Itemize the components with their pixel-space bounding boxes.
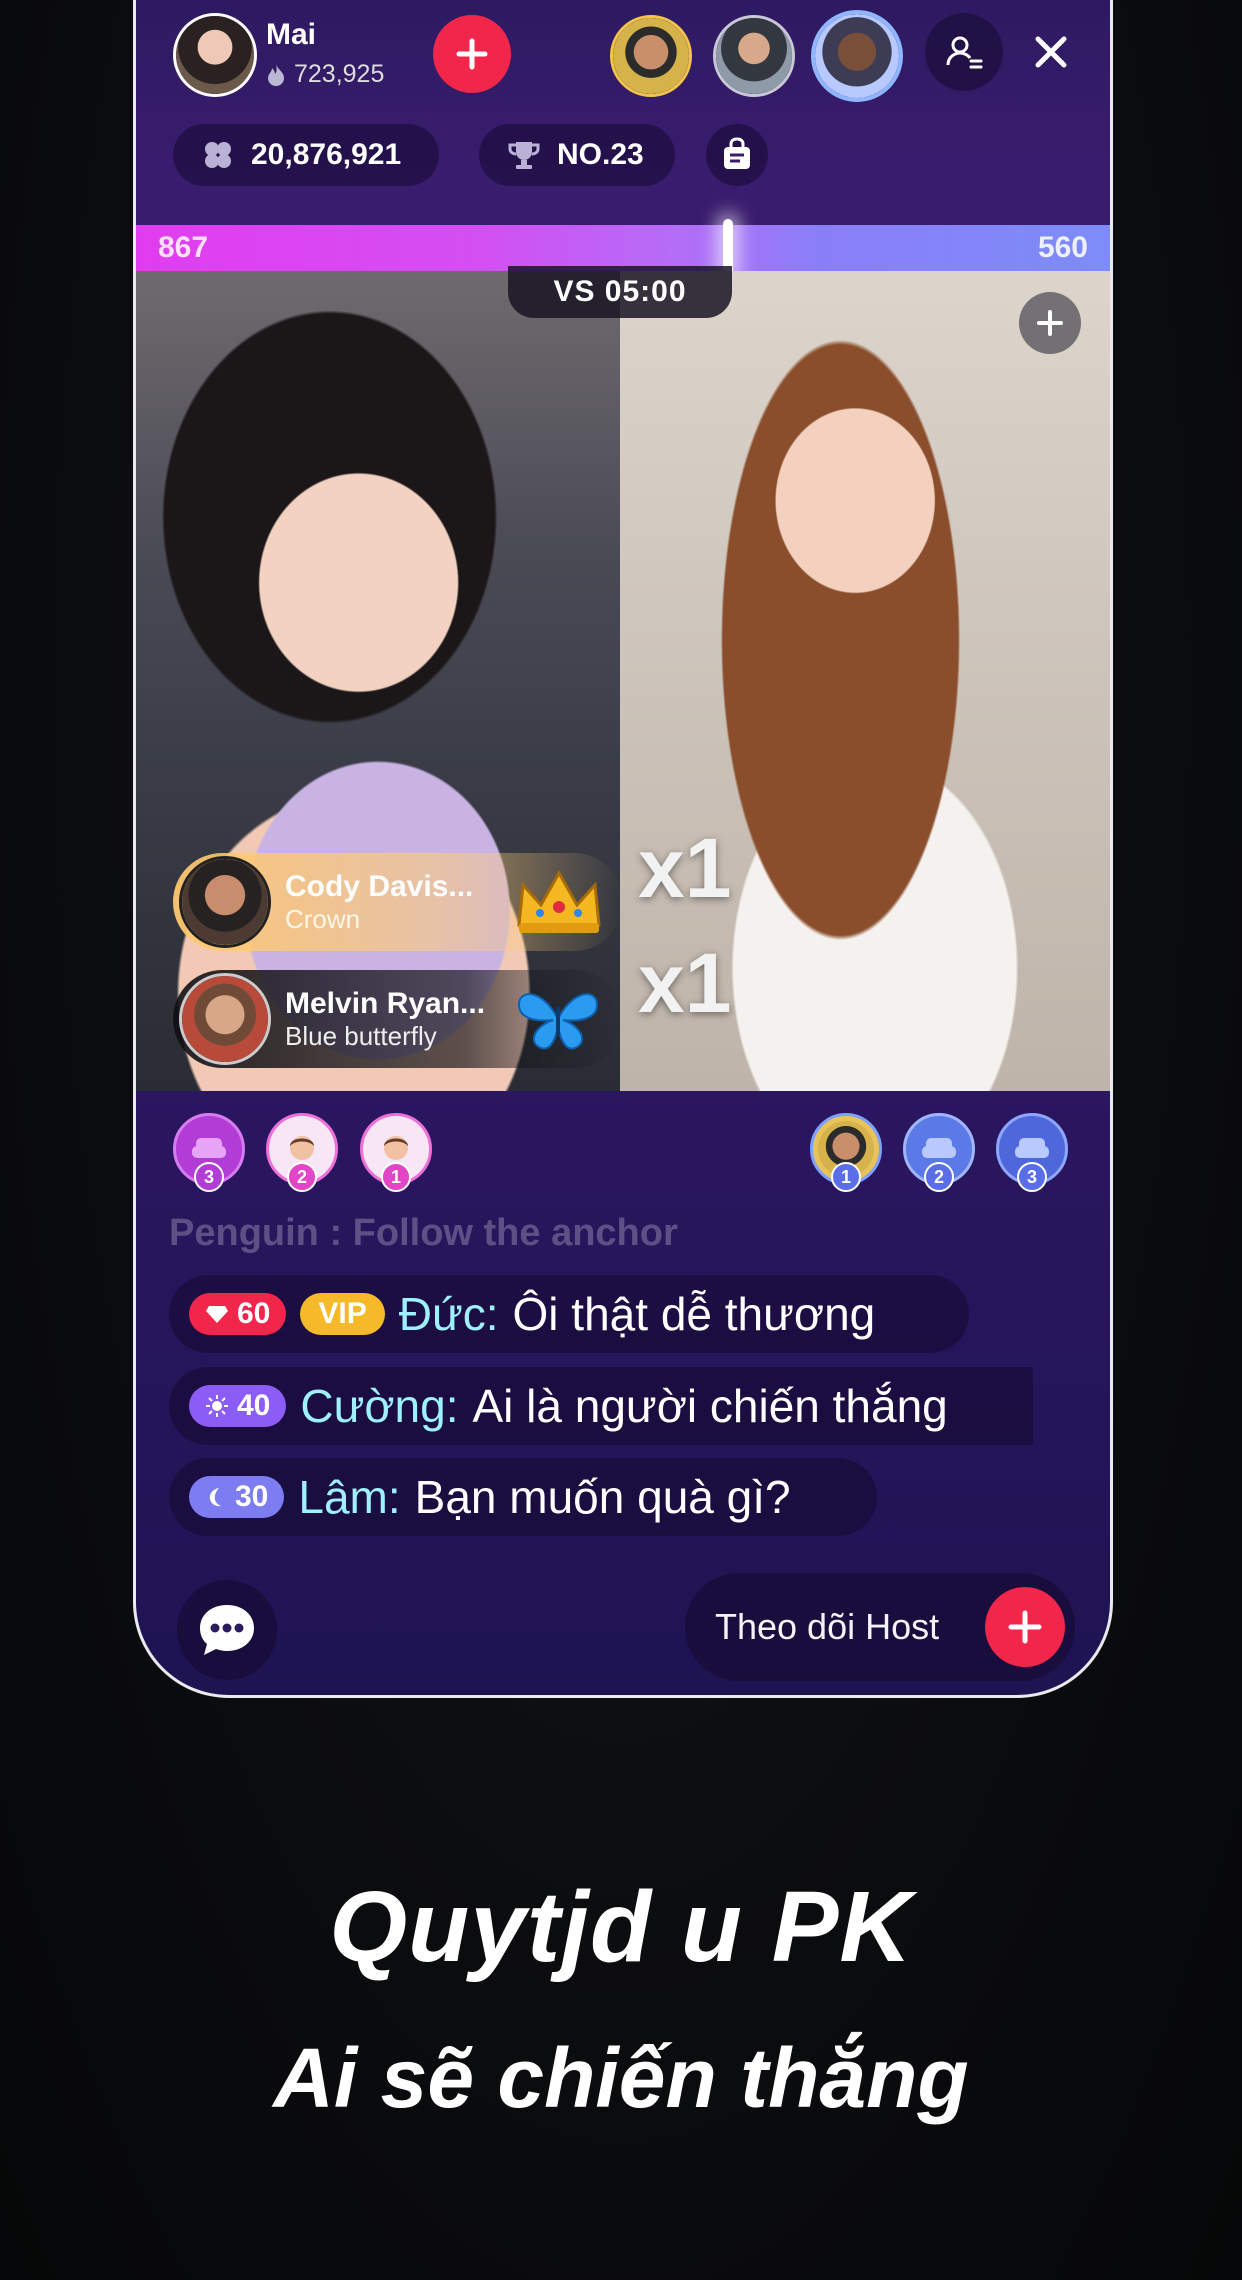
coins-pill[interactable]: 20,876,921 bbox=[173, 124, 439, 186]
right-seat-2[interactable]: 2 bbox=[903, 1113, 975, 1192]
seat-number: 1 bbox=[381, 1162, 411, 1192]
pk-right-score: 560 bbox=[1037, 231, 1088, 264]
moon-icon bbox=[209, 1488, 221, 1507]
follow-host-label: Theo dõi Host bbox=[715, 1606, 940, 1647]
close-icon bbox=[1035, 36, 1067, 68]
shop-bag-icon bbox=[724, 137, 750, 169]
plus-icon bbox=[1037, 310, 1063, 336]
seat-number: 3 bbox=[194, 1162, 224, 1192]
level-badge: 30 bbox=[189, 1476, 285, 1518]
host-name: Mai bbox=[266, 18, 317, 51]
coins-value: 20,876,921 bbox=[251, 138, 402, 171]
right-seat-1[interactable]: 1 bbox=[810, 1113, 882, 1192]
chat-message-2: 40 Cường: Ai là người chiến thắng bbox=[169, 1367, 1033, 1445]
chat-button[interactable] bbox=[177, 1580, 277, 1680]
gift-multiplier-1: x1 bbox=[638, 821, 732, 915]
promo-subtitle: Ai sẽ chiến thắng bbox=[273, 2031, 969, 2125]
sofa-icon bbox=[192, 1138, 226, 1158]
host-score-value: 723,925 bbox=[294, 60, 385, 88]
host-score: 723,925 bbox=[266, 60, 384, 89]
level-badge: 40 bbox=[189, 1385, 287, 1427]
seat-number: 2 bbox=[287, 1162, 317, 1192]
gift-row-2: Melvin Ryan... Blue butterfly bbox=[173, 970, 623, 1068]
add-guest-button[interactable] bbox=[1019, 292, 1081, 354]
chat-faded-message: Penguin : Follow the anchor bbox=[169, 1212, 678, 1254]
close-button[interactable] bbox=[1016, 17, 1086, 87]
left-seat-3[interactable]: 3 bbox=[173, 1113, 245, 1192]
sun-icon bbox=[206, 1395, 228, 1417]
shop-button[interactable] bbox=[706, 124, 768, 186]
chat-message-3: 30 Lâm: Bạn muốn quà gì? bbox=[169, 1458, 877, 1536]
user-settings-button[interactable] bbox=[925, 13, 1003, 91]
plus-icon bbox=[1008, 1610, 1042, 1644]
gift-sender-avatar[interactable] bbox=[179, 973, 271, 1065]
user-settings-icon bbox=[946, 36, 983, 69]
chat-text: Ai là người chiến thắng bbox=[472, 1380, 948, 1432]
clover-icon bbox=[205, 142, 231, 168]
butterfly-icon bbox=[517, 993, 599, 1050]
pk-timer-badge: VS 05:00 bbox=[508, 266, 732, 318]
chat-bubble-icon bbox=[200, 1605, 254, 1655]
follow-host-button[interactable] bbox=[985, 1587, 1065, 1667]
seat-number: 3 bbox=[1017, 1162, 1047, 1192]
gem-icon bbox=[206, 1306, 228, 1323]
gift-multiplier-2: x1 bbox=[638, 936, 732, 1030]
seat-number: 2 bbox=[924, 1162, 954, 1192]
rank-pill[interactable]: NO.23 bbox=[479, 124, 675, 186]
flame-icon bbox=[268, 63, 284, 86]
level-badge: 60 bbox=[189, 1293, 287, 1335]
host-video-left[interactable] bbox=[136, 271, 620, 1091]
viewer-avatar-2[interactable] bbox=[713, 15, 795, 97]
gift-row-1: Cody Davis... Crown bbox=[173, 853, 623, 951]
follow-host-pill[interactable]: Theo dõi Host bbox=[685, 1573, 1075, 1681]
gift-sender-name: Melvin Ryan... bbox=[285, 986, 486, 1020]
pk-timer: VS 05:00 bbox=[553, 275, 687, 308]
chat-username[interactable]: Đức: bbox=[399, 1287, 499, 1341]
gift-sender-name: Cody Davis... bbox=[285, 869, 474, 903]
follow-host-top-button[interactable] bbox=[433, 15, 511, 93]
sofa-icon bbox=[922, 1138, 956, 1158]
rank-value: NO.23 bbox=[557, 138, 644, 171]
trophy-icon bbox=[508, 142, 540, 169]
viewer-avatar-1[interactable] bbox=[610, 15, 692, 97]
gift-name: Crown bbox=[285, 903, 361, 934]
live-room: Mai 723,925 20,876,921 NO.23 867 560 VS … bbox=[133, 0, 1113, 1698]
crown-icon bbox=[517, 869, 601, 933]
host-avatar[interactable] bbox=[173, 13, 257, 97]
plus-icon bbox=[456, 38, 488, 70]
chat-username[interactable]: Lâm: bbox=[298, 1470, 400, 1524]
chat-text: Ôi thật dễ thương bbox=[512, 1288, 876, 1340]
chat-text: Bạn muốn quà gì? bbox=[414, 1471, 791, 1523]
left-seat-2[interactable]: 2 bbox=[266, 1113, 338, 1192]
pk-left-score: 867 bbox=[158, 231, 209, 264]
right-seat-3[interactable]: 3 bbox=[996, 1113, 1068, 1192]
gift-name: Blue butterfly bbox=[285, 1020, 437, 1051]
vip-badge: VIP bbox=[300, 1293, 385, 1335]
gift-sender-avatar[interactable] bbox=[179, 856, 271, 948]
sofa-icon bbox=[1015, 1138, 1049, 1158]
seat-number: 1 bbox=[831, 1162, 861, 1192]
chat-username[interactable]: Cường: bbox=[300, 1379, 458, 1433]
pk-progress-bar: 867 560 bbox=[136, 219, 1110, 277]
promo-title: Quytjd u PK bbox=[329, 1871, 913, 1983]
left-seat-1[interactable]: 1 bbox=[360, 1113, 432, 1192]
chat-message-1: 60 VIP Đức: Ôi thật dễ thương bbox=[169, 1275, 969, 1353]
viewer-avatar-3[interactable] bbox=[811, 10, 903, 102]
